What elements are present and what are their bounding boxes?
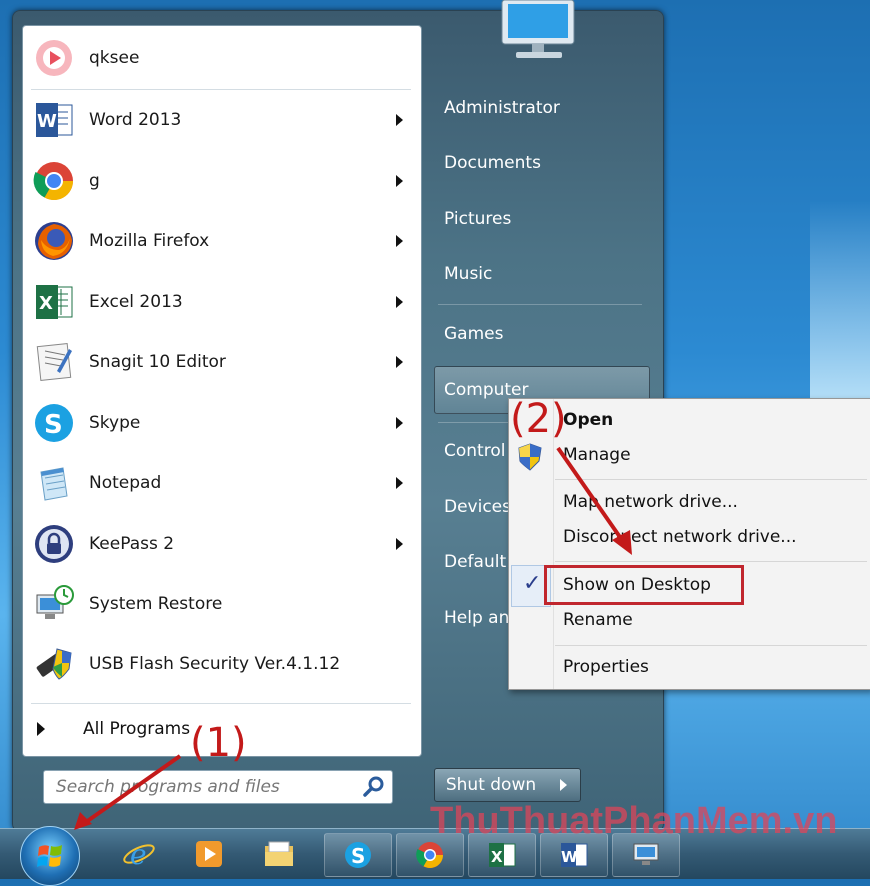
arrow-2-head: [612, 530, 632, 555]
annotation-step-2: (2): [510, 396, 567, 442]
watermark-text: ThuThuatPhanMem.vn: [430, 800, 838, 842]
annotation-step-1: (1): [190, 720, 247, 766]
arrow-2-line: [556, 446, 624, 542]
arrow-1-line: [84, 754, 182, 824]
annotation-arrows: [74, 446, 632, 830]
